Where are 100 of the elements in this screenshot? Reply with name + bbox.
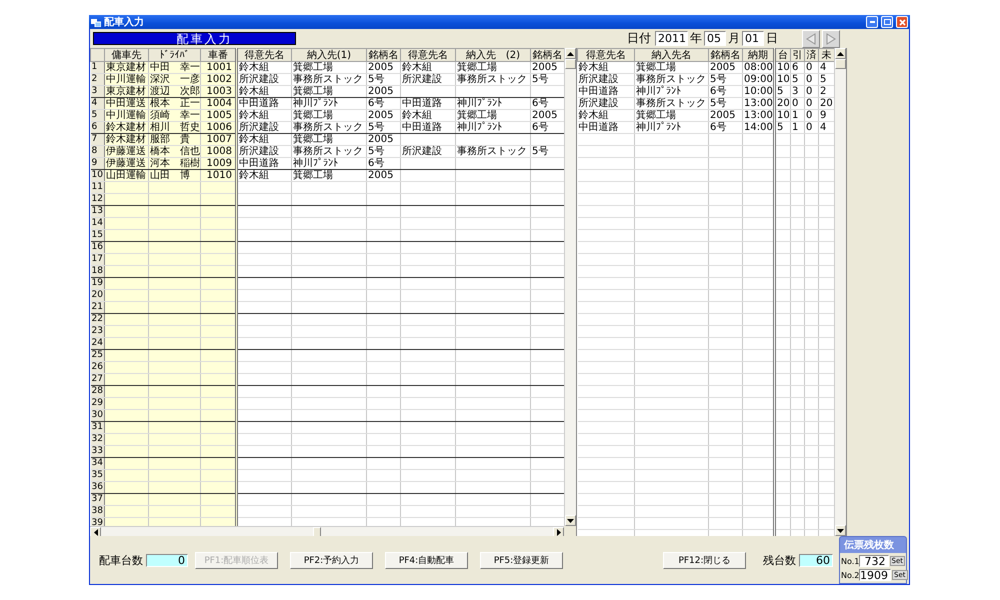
table-cell: 事務所ストック (292, 122, 366, 134)
window-title: 配車入力 (104, 16, 144, 29)
row-number: 30 (90, 410, 104, 422)
table-cell: 相川 哲史 (148, 122, 200, 134)
arrow-down-icon (837, 528, 844, 532)
remaining-field: 60 (799, 554, 833, 566)
table-cell: 2005 (708, 110, 742, 122)
row-number: 35 (90, 470, 104, 482)
table-cell: 鈴木組 (236, 170, 292, 182)
table-cell: 箕郷工場 (292, 86, 366, 98)
day-field[interactable]: 01 (742, 31, 764, 46)
table-cell: 根本 正一 (148, 98, 200, 110)
table-cell: 鈴木組 (236, 86, 292, 98)
column-header: 傭車先 (104, 48, 148, 62)
row-number: 33 (90, 446, 104, 458)
arrow-left-icon (806, 32, 816, 44)
table-cell: 5号 (708, 98, 742, 110)
table-cell: 中田運送 (104, 98, 148, 110)
table-cell: 2005 (366, 62, 400, 74)
slip-count-field[interactable]: 1909 (859, 569, 891, 581)
row-number: 5 (90, 110, 104, 122)
table-cell: 事務所ストック (292, 74, 366, 86)
scrollbar[interactable] (90, 526, 564, 536)
table-cell: 事務所ストック (634, 74, 708, 86)
table-cell: 所沢建設 (236, 146, 292, 158)
scroll-down-button[interactable] (565, 515, 576, 526)
column-header: 銘柄名 (530, 48, 564, 62)
table-cell: 13:00 (742, 110, 774, 122)
table-cell: 神川ﾌﾟﾗﾝﾄ (634, 122, 708, 134)
scroll-down-button[interactable] (835, 525, 846, 536)
column-header: 済 (804, 48, 818, 62)
table-cell: 2005 (366, 110, 400, 122)
table-cell: 神川ﾌﾟﾗﾝﾄ (456, 98, 530, 110)
scroll-thumb[interactable] (565, 59, 576, 69)
year-label: 年 (690, 30, 702, 47)
arrow-up-icon (567, 52, 574, 56)
row-number: 19 (90, 278, 104, 290)
function-button[interactable]: PF12:閉じる (663, 552, 746, 568)
table-cell: 09:00 (742, 74, 774, 86)
function-button[interactable]: PF5:登録更新 (480, 552, 563, 568)
table-cell: 鈴木組 (400, 110, 456, 122)
count-label: 配車台数 (99, 552, 143, 568)
table-cell: 6号 (366, 98, 400, 110)
row-number: 36 (90, 482, 104, 494)
table-cell: 1 (790, 122, 804, 134)
table-cell: 鈴木建材 (104, 134, 148, 146)
scrollbar-corner (564, 526, 576, 536)
table-cell: 中田道路 (400, 122, 456, 134)
previous-day-button[interactable] (802, 30, 820, 48)
table-cell: 東京建材 (104, 86, 148, 98)
table-cell: 所沢建設 (236, 74, 292, 86)
row-number: 27 (90, 374, 104, 386)
minimize-button[interactable] (866, 16, 878, 28)
month-field[interactable]: 05 (704, 31, 726, 46)
row-number: 15 (90, 230, 104, 242)
arrow-right-icon (826, 32, 836, 44)
row-number: 31 (90, 422, 104, 434)
row-number: 17 (90, 254, 104, 266)
close-button[interactable] (896, 16, 908, 28)
function-button[interactable]: PF2:予約入力 (290, 552, 373, 568)
row-number: 3 (90, 86, 104, 98)
table-cell: 須崎 幸一 (148, 110, 200, 122)
table-cell: 5 (774, 86, 790, 98)
scrollbar[interactable] (564, 48, 576, 526)
scroll-up-button[interactable] (565, 48, 576, 59)
table-cell: 10 (774, 110, 790, 122)
scrollbar[interactable] (834, 48, 846, 536)
row-number: 23 (90, 326, 104, 338)
table-cell: 事務所ストック (292, 146, 366, 158)
table-cell: 2005 (366, 134, 400, 146)
table-cell: 所沢建設 (236, 122, 292, 134)
maximize-button[interactable] (881, 16, 893, 28)
row-number: 1 (90, 62, 104, 74)
column-header: 納入先名 (634, 48, 708, 62)
scroll-up-button[interactable] (835, 48, 846, 59)
maximize-icon (884, 19, 890, 25)
table-cell: 神川ﾌﾟﾗﾝﾄ (456, 122, 530, 134)
row-number: 16 (90, 242, 104, 254)
table-cell: 5 (790, 74, 804, 86)
row-number: 7 (90, 134, 104, 146)
scroll-right-button[interactable] (553, 527, 564, 536)
row-number: 32 (90, 434, 104, 446)
table-cell: 0 (804, 122, 818, 134)
table-cell: 山田 博 (148, 170, 200, 182)
scroll-left-button[interactable] (90, 527, 101, 536)
scroll-thumb[interactable] (835, 59, 846, 69)
table-cell: 中川運輸 (104, 74, 148, 86)
function-button[interactable]: PF4:自動配車 (385, 552, 468, 568)
table-cell: 中田道路 (578, 122, 634, 134)
table-cell: 鈴木組 (236, 110, 292, 122)
row-number: 26 (90, 362, 104, 374)
date-label: 日付 (627, 30, 651, 47)
slip-count-field[interactable]: 732 (859, 555, 888, 567)
table-cell: 10 (774, 62, 790, 74)
scroll-thumb[interactable] (313, 527, 321, 536)
table-cell: 5号 (366, 122, 400, 134)
row-number: 14 (90, 218, 104, 230)
column-header: 得意先名 (236, 48, 292, 62)
app-icon (91, 18, 101, 26)
year-field[interactable]: 2011 (655, 31, 688, 46)
